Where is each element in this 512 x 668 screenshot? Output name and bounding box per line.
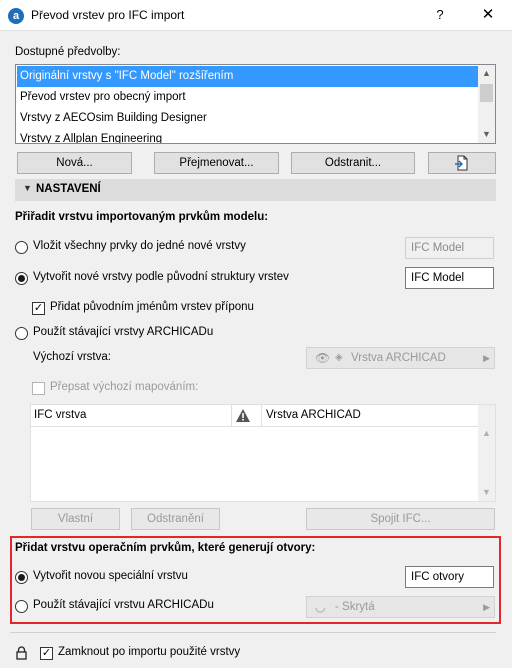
- eye-icon: 👁: [315, 351, 331, 365]
- warning-icon: [236, 409, 250, 422]
- radio-existing-layer[interactable]: [15, 600, 28, 613]
- layer-icon: ◈: [335, 352, 343, 363]
- radio-existing-layers-label: Použít stávající vrstvy ARCHICADu: [33, 326, 214, 338]
- archicad-app-icon: a: [8, 8, 24, 24]
- add-suffix-checkbox[interactable]: ✓: [32, 302, 45, 315]
- radio-original-structure-label: Vytvořit nové vrstvy podle původní struk…: [33, 271, 289, 283]
- dropdown-arrow-icon: ▶: [483, 353, 490, 363]
- radio-new-special-layer[interactable]: [15, 571, 28, 584]
- override-mapping-checkbox[interactable]: [32, 382, 45, 395]
- column-header-ifc-layer: IFC vrstva: [34, 409, 87, 421]
- scroll-up-icon[interactable]: ▲: [478, 65, 495, 82]
- radio-new-special-layer-label: Vytvořit novou speciální vrstvu: [33, 570, 188, 582]
- settings-section-title: NASTAVENÍ: [36, 183, 101, 195]
- structure-suffix-field[interactable]: IFC Model: [405, 267, 494, 289]
- openings-existing-value: - Skrytá: [335, 601, 375, 613]
- remove-button[interactable]: Odstranění: [131, 508, 220, 530]
- column-divider: [231, 405, 232, 426]
- delete-preset-button[interactable]: Odstranit...: [291, 152, 415, 174]
- radio-single-layer[interactable]: [15, 241, 28, 254]
- preset-item[interactable]: Vrstvy z Allplan Engineering: [17, 129, 479, 143]
- lock-layers-checkbox[interactable]: ✓: [40, 647, 53, 660]
- preset-item[interactable]: Originální vrstvy s "IFC Model" rozšířen…: [17, 66, 479, 87]
- lock-icon: [16, 646, 27, 660]
- presets-scrollbar[interactable]: ▲ ▼: [478, 65, 495, 143]
- radio-existing-layers[interactable]: [15, 327, 28, 340]
- scroll-down-icon[interactable]: ▼: [478, 126, 495, 143]
- header-divider: [31, 426, 478, 427]
- window-title: Převod vrstev pro IFC import: [31, 8, 185, 22]
- scroll-thumb[interactable]: [480, 84, 493, 102]
- single-layer-name-field[interactable]: IFC Model: [405, 237, 494, 259]
- dropdown-arrow-icon: ▶: [483, 602, 490, 612]
- merge-ifc-button[interactable]: Spojit IFC...: [306, 508, 495, 530]
- layer-mapping-table[interactable]: IFC vrstva Vrstva ARCHICAD ▲ ▼: [30, 404, 496, 502]
- preset-item[interactable]: Převod vrstev pro obecný import: [17, 87, 479, 108]
- collapse-triangle-icon[interactable]: ▼: [23, 183, 32, 193]
- preset-item[interactable]: Vrstvy z AECOsim Building Designer: [17, 108, 479, 129]
- scroll-down-icon[interactable]: ▼: [478, 484, 495, 501]
- openings-heading: Přidat vrstvu operačním prvkům, které ge…: [15, 542, 316, 554]
- scroll-up-icon[interactable]: ▲: [478, 425, 495, 442]
- add-suffix-label: Přidat původním jménům vrstev příponu: [50, 301, 254, 313]
- override-mapping-label: Přepsat výchozí mapováním:: [50, 381, 199, 393]
- help-button[interactable]: ?: [426, 4, 454, 26]
- export-preset-button[interactable]: [428, 152, 496, 174]
- default-layer-dropdown[interactable]: 👁 ◈ Vrstva ARCHICAD ▶: [306, 347, 495, 369]
- lock-layers-label: Zamknout po importu použité vrstvy: [58, 646, 241, 658]
- openings-layer-field[interactable]: IFC otvory: [405, 566, 494, 588]
- table-scrollbar[interactable]: ▲ ▼: [478, 405, 495, 501]
- column-header-archicad-layer: Vrstva ARCHICAD: [266, 409, 361, 421]
- new-preset-button[interactable]: Nová...: [17, 152, 132, 174]
- openings-existing-dropdown[interactable]: ◡ - Skrytá ▶: [306, 596, 495, 618]
- radio-original-structure[interactable]: [15, 272, 28, 285]
- radio-existing-layer-label: Použít stávající vrstvu ARCHICADu: [33, 599, 214, 611]
- presets-heading: Dostupné předvolby:: [15, 46, 121, 58]
- column-divider: [261, 405, 262, 426]
- default-layer-value: Vrstva ARCHICAD: [351, 352, 446, 364]
- default-layer-label: Výchozí vrstva:: [33, 351, 111, 363]
- export-file-icon: [455, 155, 468, 171]
- radio-single-layer-label: Vložit všechny prvky do jedné nové vrstv…: [33, 240, 246, 252]
- close-button[interactable]: ✕: [474, 4, 502, 26]
- rename-preset-button[interactable]: Přejmenovat...: [154, 152, 279, 174]
- eye-closed-icon: ◡: [315, 600, 326, 614]
- footer-divider: [10, 632, 496, 633]
- custom-button[interactable]: Vlastní: [31, 508, 120, 530]
- presets-list[interactable]: Originální vrstvy s "IFC Model" rozšířen…: [15, 64, 496, 144]
- assign-heading: Přiřadit vrstvu importovaným prvkům mode…: [15, 211, 269, 223]
